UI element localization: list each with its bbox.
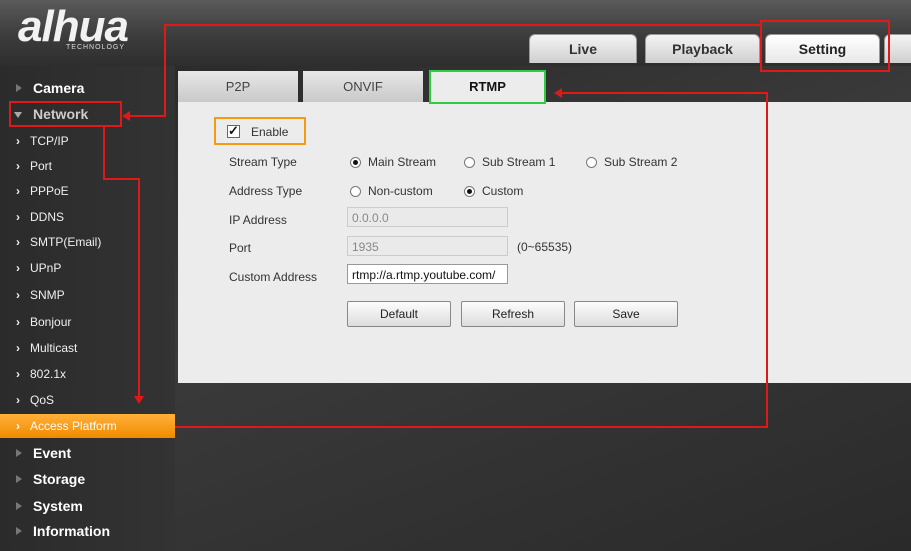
sidebar-item-label: DDNS xyxy=(30,210,65,224)
sidebar-item-label: PPPoE xyxy=(30,184,69,198)
main-stream-label: Main Stream xyxy=(368,155,437,169)
sidebar-item-label: Port xyxy=(30,159,53,173)
chevron-right-icon: › xyxy=(16,159,20,173)
chevron-right-icon: › xyxy=(16,367,20,381)
sidebar-item-label: Information xyxy=(33,523,110,539)
custom-address-label: Custom Address xyxy=(229,270,318,284)
non-custom-radio[interactable] xyxy=(350,186,361,197)
chevron-right-icon: › xyxy=(16,315,20,329)
sidebar-item-label: UPnP xyxy=(30,261,62,275)
ip-address-label: IP Address xyxy=(229,213,287,227)
annotation-line xyxy=(766,92,768,428)
ip-address-field[interactable]: 0.0.0.0 xyxy=(347,207,508,227)
collapsed-arrow-icon xyxy=(16,449,22,457)
address-type-label: Address Type xyxy=(229,184,303,198)
tab-live[interactable]: Live xyxy=(529,34,637,63)
sidebar-item-upnp[interactable]: › UPnP xyxy=(0,255,175,281)
chevron-right-icon: › xyxy=(16,210,20,224)
collapsed-arrow-icon xyxy=(16,502,22,510)
network-highlight-box xyxy=(9,101,122,127)
chevron-right-icon: › xyxy=(16,341,20,355)
sidebar-item-label: SMTP(Email) xyxy=(30,235,102,249)
arrow-left-icon xyxy=(122,111,130,121)
chevron-right-icon: › xyxy=(16,419,20,433)
sidebar-item-storage[interactable]: Storage xyxy=(0,467,175,491)
sidebar-item-ddns[interactable]: › DDNS xyxy=(0,204,175,230)
collapsed-arrow-icon xyxy=(16,475,22,483)
sidebar-item-label: Access Platform xyxy=(30,419,117,433)
port-field[interactable]: 1935 xyxy=(347,236,508,256)
sidebar-item-label: Camera xyxy=(33,80,85,96)
save-button[interactable]: Save xyxy=(574,301,678,327)
sidebar-item-label: Multicast xyxy=(30,341,78,355)
rtmp-highlight-box xyxy=(429,70,546,104)
annotation-line xyxy=(175,426,767,428)
sidebar-item-bonjour[interactable]: › Bonjour xyxy=(0,309,175,335)
sidebar-item-multicast[interactable]: › Multicast xyxy=(0,335,175,361)
sub-stream-1-label: Sub Stream 1 xyxy=(482,155,556,169)
sidebar-item-smtp[interactable]: › SMTP(Email) xyxy=(0,229,175,255)
tab-p2p[interactable]: P2P xyxy=(178,71,298,102)
chevron-right-icon: › xyxy=(16,261,20,275)
main-stream-radio[interactable] xyxy=(350,157,361,168)
collapsed-arrow-icon xyxy=(16,527,22,535)
sidebar-item-camera[interactable]: Camera xyxy=(0,76,175,100)
annotation-line xyxy=(138,178,140,396)
sidebar-item-information[interactable]: Information xyxy=(0,519,175,543)
sidebar-item-event[interactable]: Event xyxy=(0,441,175,465)
sidebar-item-label: Bonjour xyxy=(30,315,72,329)
sub-stream-1-radio[interactable] xyxy=(464,157,475,168)
port-range-hint: (0~65535) xyxy=(517,240,573,254)
sidebar-item-label: System xyxy=(33,498,83,514)
sidebar-item-access-platform[interactable]: › Access Platform xyxy=(0,414,175,438)
custom-label: Custom xyxy=(482,184,524,198)
sidebar-item-label: Event xyxy=(33,445,72,461)
sidebar-item-8021x[interactable]: › 802.1x xyxy=(0,361,175,387)
tab-playback[interactable]: Playback xyxy=(645,34,760,63)
sidebar-item-label: 802.1x xyxy=(30,367,67,381)
chevron-right-icon: › xyxy=(16,393,20,407)
sidebar-item-tcpip[interactable]: › TCP/IP xyxy=(0,128,175,154)
sidebar-item-qos[interactable]: › QoS xyxy=(0,387,175,413)
sidebar-item-port[interactable]: › Port xyxy=(0,153,175,179)
annotation-line xyxy=(103,127,105,179)
annotation-line xyxy=(165,24,760,26)
annotation-line xyxy=(128,115,165,117)
refresh-button[interactable]: Refresh xyxy=(461,301,565,327)
annotation-line xyxy=(103,178,139,180)
custom-address-field[interactable]: rtmp://a.rtmp.youtube.com/ xyxy=(347,264,508,284)
setting-highlight-box xyxy=(760,20,890,72)
sidebar-item-label: QoS xyxy=(30,393,55,407)
port-label: Port xyxy=(229,241,252,255)
sidebar-item-label: Storage xyxy=(33,471,86,487)
custom-radio[interactable] xyxy=(464,186,475,197)
collapsed-arrow-icon xyxy=(16,84,22,92)
brand-tagline: TECHNOLOGY xyxy=(66,44,126,51)
chevron-right-icon: › xyxy=(16,134,20,148)
tab-onvif[interactable]: ONVIF xyxy=(303,71,423,102)
annotation-line xyxy=(164,24,166,117)
sidebar-item-pppoe[interactable]: › PPPoE xyxy=(0,178,175,204)
default-button[interactable]: Default xyxy=(347,301,451,327)
arrow-down-icon xyxy=(134,396,144,404)
brand-logo: alhua TECHNOLOGY xyxy=(18,4,129,52)
sidebar-item-label: SNMP xyxy=(30,288,65,302)
chevron-right-icon: › xyxy=(16,288,20,302)
stream-type-label: Stream Type xyxy=(229,155,297,169)
enable-highlight-box xyxy=(214,117,306,145)
chevron-right-icon: › xyxy=(16,235,20,249)
non-custom-label: Non-custom xyxy=(368,184,433,198)
chevron-right-icon: › xyxy=(16,184,20,198)
sidebar-item-snmp[interactable]: › SNMP xyxy=(0,282,175,308)
sub-stream-2-radio[interactable] xyxy=(586,157,597,168)
annotation-line xyxy=(561,92,768,94)
sidebar-item-label: TCP/IP xyxy=(30,134,69,148)
sub-stream-2-label: Sub Stream 2 xyxy=(604,155,678,169)
arrow-left-icon xyxy=(554,88,562,98)
sidebar-item-system[interactable]: System xyxy=(0,494,175,518)
